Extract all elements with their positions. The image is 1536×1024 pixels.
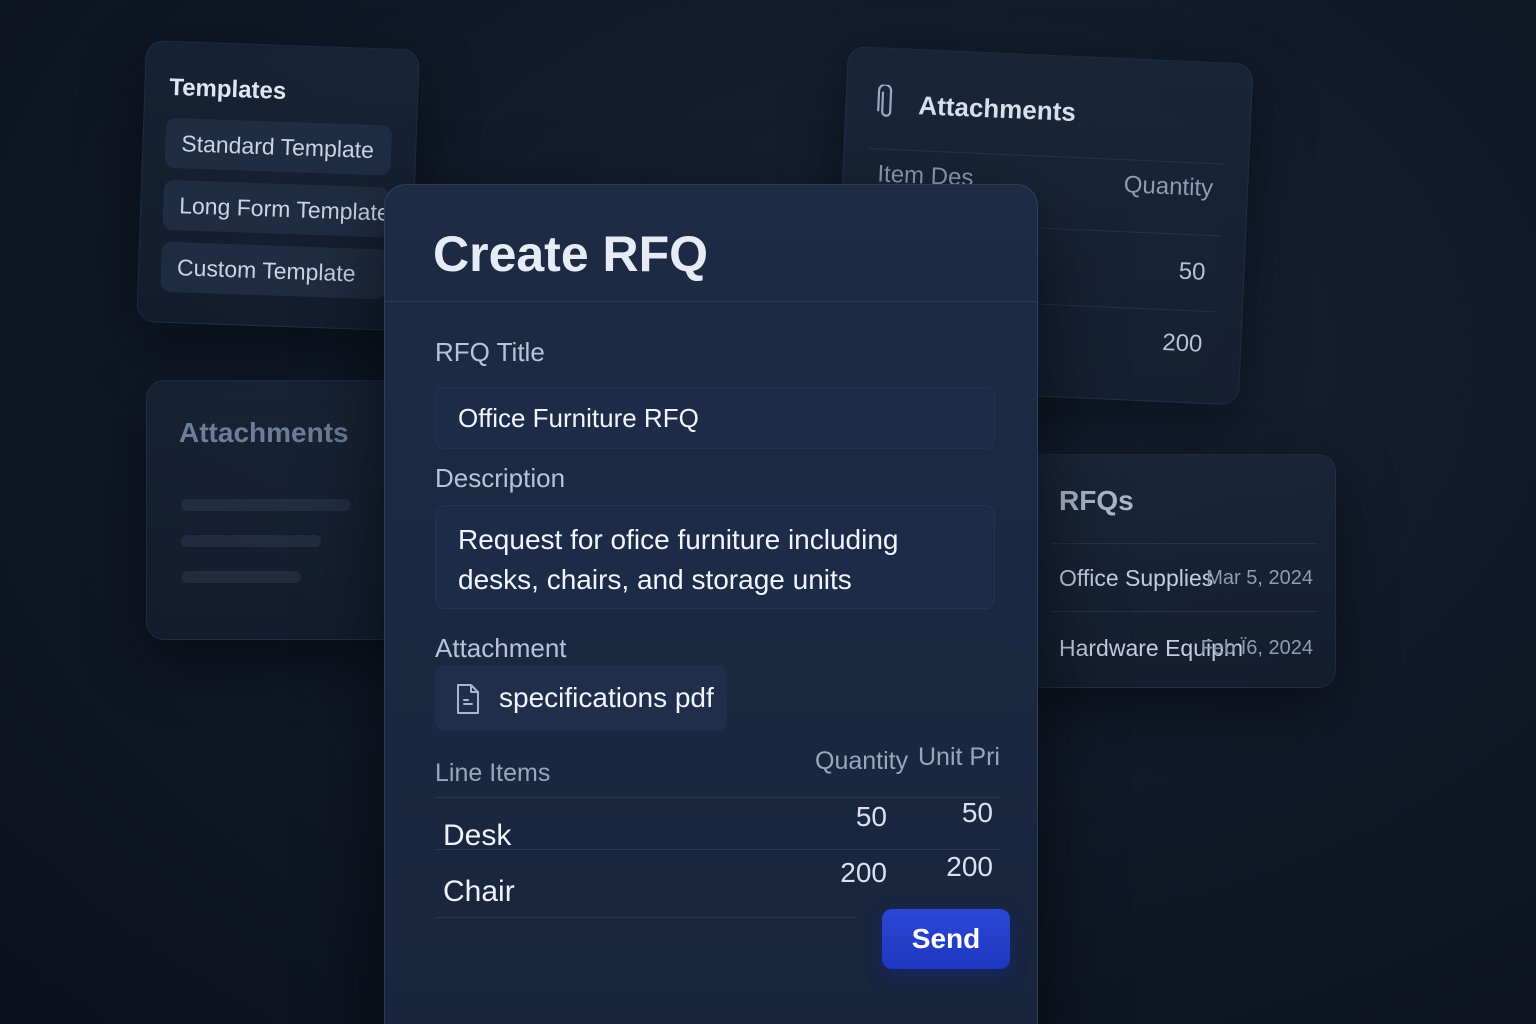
rfq-item-date: Feb Ϊ6, 2024 [1200, 637, 1313, 659]
rfqs-title: RFQs [1059, 485, 1134, 516]
attachments-left-title: Attachments [179, 417, 349, 448]
skeleton-line [181, 571, 301, 583]
skeleton-line [181, 535, 321, 547]
rfq-item-date: Mar 5, 2024 [1206, 567, 1313, 589]
description-label: Description [435, 463, 566, 493]
divider [1051, 611, 1317, 612]
skeleton-line [181, 499, 351, 511]
attachments-right-title: Attachments [917, 90, 1077, 127]
attachments-panel-left: Attachments [146, 380, 410, 640]
attachment-file-chip[interactable]: specifications pdf [435, 665, 727, 731]
column-header-unit-price: Unit Pri [918, 743, 1000, 771]
line-item-quantity[interactable]: 50 [807, 801, 887, 833]
page-title: Create RFQ [433, 226, 709, 282]
line-item-unit-price[interactable]: 50 [913, 797, 993, 829]
table-divider [435, 849, 1001, 850]
templates-title: Templates [168, 73, 287, 105]
template-item-standard[interactable]: Standard Template [164, 117, 393, 176]
line-item-quantity[interactable]: 200 [807, 857, 887, 889]
quantity-cell: 200 [1161, 329, 1203, 358]
file-icon [457, 684, 479, 714]
quantity-cell: 50 [1178, 257, 1207, 286]
line-item-name: Chair [443, 875, 515, 908]
rfq-title-label: RFQ Title [435, 337, 545, 367]
line-item-unit-price[interactable]: 200 [913, 851, 993, 883]
paperclip-icon [877, 84, 893, 117]
header-divider [385, 301, 1037, 302]
rfq-title-input[interactable]: Office Furniture RFQ [435, 387, 995, 449]
attachment-file-name: specifications pdf [499, 682, 714, 713]
line-items-label: Line Items [435, 759, 551, 787]
template-item-custom[interactable]: Custom Template [160, 241, 388, 300]
table-divider [435, 917, 855, 918]
template-item-long-form[interactable]: Long Form Template [162, 179, 390, 238]
create-rfq-form: Create RFQ RFQ Title Office Furniture RF… [384, 184, 1038, 1024]
templates-panel: Templates Standard Template Long Form Te… [136, 40, 420, 332]
send-button[interactable]: Send [882, 909, 1010, 969]
line-item-name: Desk [443, 819, 512, 852]
divider [1051, 543, 1317, 544]
column-header-quantity: Quantity [1123, 171, 1214, 203]
column-header-quantity: Quantity [815, 747, 909, 775]
rfqs-panel: RFQs Office Supplies Mar 5, 2024 Hardwar… [1020, 454, 1336, 688]
rfq-item-name[interactable]: Office Supplies [1059, 565, 1213, 592]
attachment-label: Attachment [435, 633, 567, 663]
description-textarea[interactable]: Request for ofice furniture including de… [435, 505, 995, 609]
